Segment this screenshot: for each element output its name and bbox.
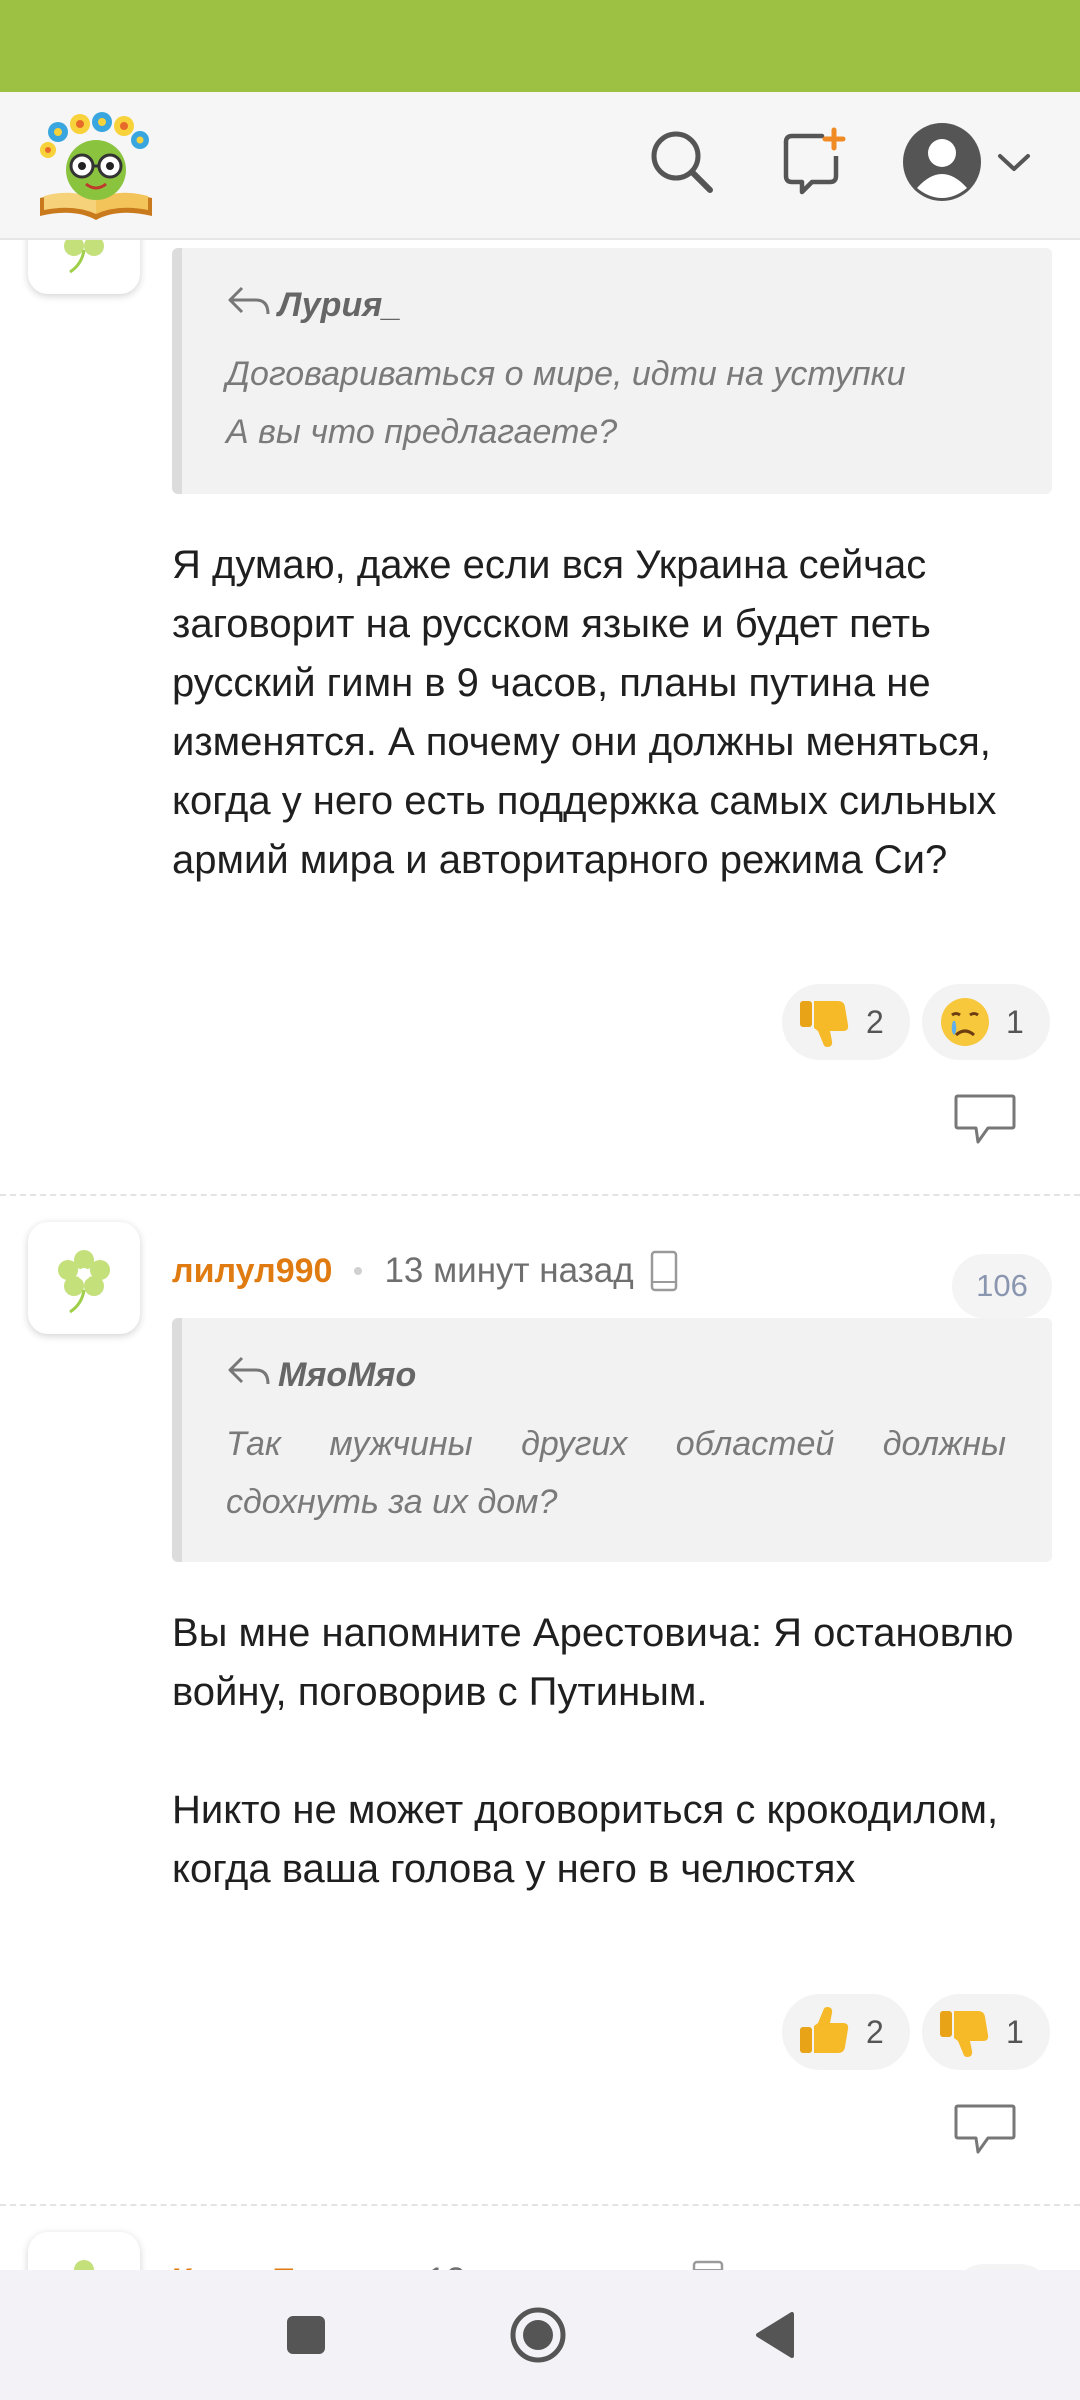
clover-icon [58, 1250, 110, 1314]
quoted-author[interactable]: Лурия_ [278, 286, 401, 325]
home-circle-icon [510, 2307, 566, 2363]
search-icon [646, 126, 718, 203]
thumbs-up-icon [798, 2005, 852, 2059]
quoted-reply: МяоМяо Так мужчины других областей должн… [172, 1318, 1052, 1562]
user-avatar[interactable] [28, 240, 140, 294]
separator-dot [354, 1267, 363, 1275]
comment-text: Вы мне напомните Арестовича: Я остановлю… [172, 1611, 1014, 1891]
profile-icon [900, 120, 984, 209]
crying-face-icon [938, 995, 992, 1049]
reply-arrow-icon [226, 284, 272, 327]
reaction-thumbs-down[interactable]: 2 [782, 984, 910, 1060]
comment-bubble-icon [954, 1094, 1016, 1144]
reaction-thumbs-up[interactable]: 2 [782, 1994, 910, 2070]
top-app-bar [0, 92, 1080, 240]
search-button[interactable] [640, 122, 724, 206]
quoted-text: Так мужчины других областей должны сдохн… [226, 1425, 1006, 1521]
comment-meta: Киев_Елена 12 минут назад [172, 2250, 724, 2270]
back-triangle-icon [756, 2312, 794, 2358]
quoted-text: Договариваться о мире, идти на уступки А… [226, 355, 906, 451]
comment-number-badge: 106 [952, 1254, 1052, 1318]
comment-text: Я думаю, даже если вся Украина сейчас за… [172, 543, 997, 882]
back-button[interactable] [744, 2305, 804, 2365]
site-logo[interactable] [34, 110, 158, 222]
reaction-crying[interactable]: 1 [922, 984, 1050, 1060]
comment-meta: лилул990 13 минут назад [172, 1240, 678, 1302]
reply-button[interactable] [952, 2102, 1018, 2158]
mobile-device-icon [650, 1250, 678, 1292]
quoted-author[interactable]: МяоМяо [278, 1356, 416, 1395]
comment-divider [0, 2204, 1080, 2206]
reactions-bar: 2 1 [782, 1994, 1050, 2070]
new-post-button[interactable] [772, 122, 856, 206]
clover-icon [74, 2260, 94, 2270]
quoted-reply: Лурия_ Договариваться о мире, идти на ус… [172, 248, 1052, 494]
tablet-device-icon [692, 2260, 724, 2270]
new-post-icon [778, 126, 850, 203]
thumbs-down-icon [938, 2005, 992, 2059]
comment-bubble-icon [954, 2104, 1016, 2154]
chevron-down-icon [996, 150, 1032, 179]
timestamp: 13 минут назад [384, 1251, 634, 1290]
status-bar [0, 0, 1080, 92]
reactions-bar: 2 1 [782, 984, 1050, 1060]
username[interactable]: лилул990 [172, 1252, 332, 1291]
user-avatar[interactable] [28, 1222, 140, 1334]
profile-menu-button[interactable] [896, 122, 1036, 206]
comments-feed[interactable]: Лурия_ Договариваться о мире, идти на ус… [0, 240, 1080, 2270]
clover-icon [64, 240, 104, 274]
thumbs-down-icon [798, 995, 852, 1049]
comment-divider [0, 1194, 1080, 1196]
reply-button[interactable] [952, 1092, 1018, 1148]
square-icon [287, 2316, 325, 2354]
user-avatar[interactable] [28, 2232, 140, 2270]
home-button[interactable] [508, 2305, 568, 2365]
timestamp: 12 минут назад [427, 2261, 676, 2270]
username[interactable]: Киев_Елена [172, 2262, 375, 2271]
reaction-thumbs-down[interactable]: 1 [922, 1994, 1050, 2070]
recents-button[interactable] [276, 2305, 336, 2365]
system-navigation-bar [0, 2270, 1080, 2400]
reply-arrow-icon [226, 1354, 272, 1397]
